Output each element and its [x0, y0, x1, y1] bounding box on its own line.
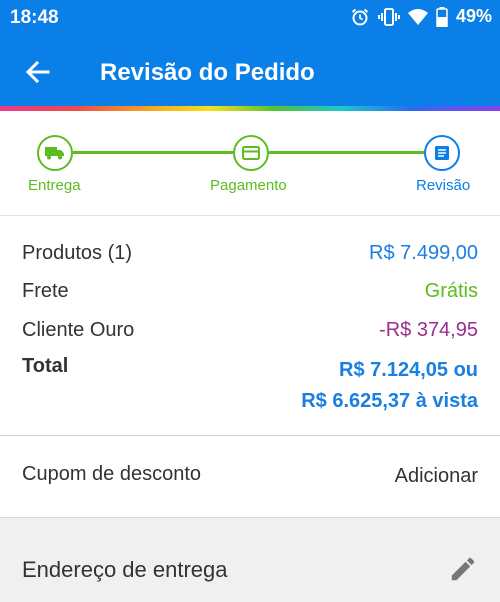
step-entrega[interactable] [37, 135, 73, 171]
step-label-revisao: Revisão [416, 177, 471, 194]
card-icon [242, 146, 260, 160]
total-installment: R$ 7.124,05 ou [339, 359, 478, 381]
step-label-entrega: Entrega [28, 177, 81, 194]
delivery-address-section: Endereço de entrega [0, 517, 500, 602]
products-label: Produtos (1) [22, 242, 133, 264]
shipping-label: Frete [22, 280, 69, 302]
coupon-label: Cupom de desconto [22, 463, 202, 485]
total-label: Total [22, 355, 69, 377]
step-connector [73, 151, 233, 154]
vibrate-icon [377, 7, 400, 27]
products-value: R$ 7.499,00 [369, 242, 478, 264]
battery-icon [436, 6, 448, 27]
status-bar: 18:48 49% [0, 0, 500, 36]
checkout-stepper: Entrega Pagamento Revisão [0, 111, 500, 216]
alarm-icon [350, 7, 370, 27]
status-time: 18:48 [10, 7, 59, 28]
step-revisao[interactable] [424, 135, 460, 171]
truck-icon [45, 147, 64, 160]
total-cash: R$ 6.625,37 à vista [301, 390, 478, 412]
document-icon [435, 146, 449, 160]
battery-percentage: 49% [455, 6, 492, 26]
step-label-pagamento: Pagamento [210, 177, 287, 194]
step-connector [269, 151, 424, 154]
gold-customer-discount: -R$ 374,95 [379, 319, 478, 341]
order-summary: Produtos (1) R$ 7.499,00 Frete Grátis Cl… [0, 216, 500, 436]
status-icons: 49% [350, 6, 492, 27]
coupon-row: Cupom de desconto Adicionar [0, 437, 500, 517]
back-button[interactable] [22, 56, 54, 88]
add-coupon-button[interactable]: Adicionar [395, 465, 478, 488]
delivery-address-title: Endereço de entrega [22, 557, 228, 582]
app-bar: Revisão do Pedido [0, 36, 500, 106]
pencil-icon [451, 557, 475, 581]
edit-address-button[interactable] [448, 554, 478, 584]
gold-customer-label: Cliente Ouro [22, 319, 135, 341]
total-value: R$ 7.124,05 ou R$ 6.625,37 à vista [301, 355, 478, 417]
step-pagamento[interactable] [233, 135, 269, 171]
shipping-value: Grátis [424, 280, 478, 302]
page-title: Revisão do Pedido [100, 59, 315, 86]
arrow-back-icon [25, 60, 50, 84]
wifi-icon [407, 8, 428, 26]
